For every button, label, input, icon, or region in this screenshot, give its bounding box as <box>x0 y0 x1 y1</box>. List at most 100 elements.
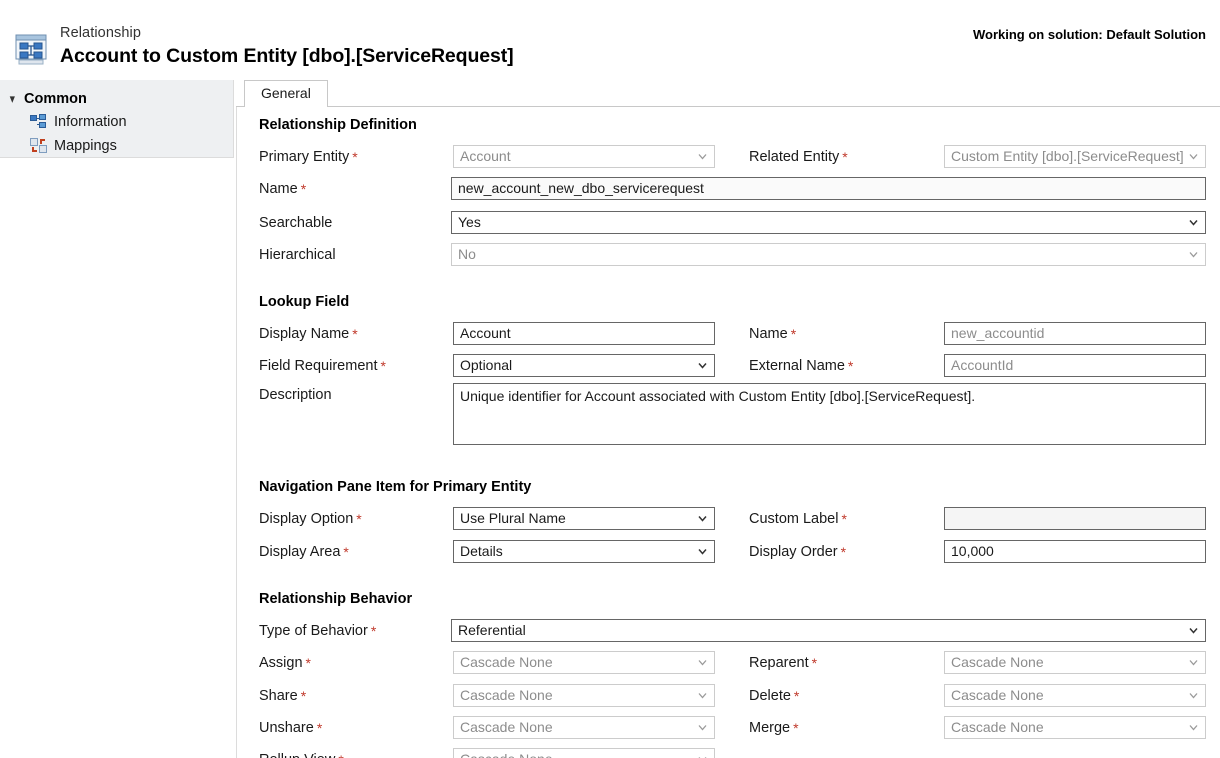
label-text: Display Area <box>259 544 341 560</box>
label-rollup-view: Rollup View* <box>259 752 344 758</box>
label-display-area: Display Area * <box>259 544 349 560</box>
label-text: Name <box>749 326 788 342</box>
chevron-down-icon <box>698 361 707 370</box>
required-asterisk: * <box>793 720 799 736</box>
chevron-down-icon <box>1189 152 1198 161</box>
sidebar-group-label: Common <box>24 91 87 107</box>
relationship-editor-window: Relationship Account to Custom Entity [d… <box>0 0 1220 758</box>
chevron-down-icon <box>698 755 707 758</box>
display-order-value: 10,000 <box>951 543 994 559</box>
lookup-display-name-input[interactable]: Account <box>453 322 715 345</box>
solution-context-label: Working on solution: Default Solution <box>972 27 1206 42</box>
searchable-select[interactable]: Yes <box>451 211 1206 234</box>
required-asterisk: * <box>380 358 386 374</box>
label-display-name: Display Name * <box>259 326 358 342</box>
required-asterisk: * <box>842 149 848 165</box>
related-entity-select[interactable]: Custom Entity [dbo].[ServiceRequest] <box>944 145 1206 168</box>
label-lookup-name: Name * <box>749 326 796 342</box>
delete-value: Cascade None <box>951 687 1044 703</box>
label-description: Description <box>259 387 332 403</box>
label-text: Unshare <box>259 720 314 736</box>
label-unshare: Unshare * <box>259 720 322 736</box>
lookup-name-input[interactable]: new_accountid <box>944 322 1206 345</box>
display-option-select[interactable]: Use Plural Name <box>453 507 715 530</box>
page-title: Account to Custom Entity [dbo].[ServiceR… <box>60 45 514 67</box>
type-of-behavior-select[interactable]: Referential <box>451 619 1206 642</box>
rollup-view-select[interactable]: Cascade None <box>453 748 715 758</box>
primary-entity-select[interactable]: Account <box>453 145 715 168</box>
required-asterisk: * <box>790 326 797 342</box>
sidebar-item-mappings[interactable]: Mappings <box>0 134 233 158</box>
required-asterisk: * <box>300 688 307 704</box>
display-area-value: Details <box>460 543 503 559</box>
required-asterisk: * <box>793 688 800 704</box>
relationship-entity-icon <box>12 32 52 68</box>
label-field-requirement: Field Requirement * <box>259 358 386 374</box>
reparent-value: Cascade None <box>951 654 1044 670</box>
label-text: Display Option <box>259 511 354 527</box>
label-text: Assign <box>259 655 303 671</box>
external-name-input[interactable]: AccountId <box>944 354 1206 377</box>
chevron-down-icon <box>1189 218 1198 227</box>
label-text: Primary Entity <box>259 149 350 165</box>
field-requirement-value: Optional <box>460 357 513 373</box>
chevron-down-icon <box>1189 658 1198 667</box>
required-asterisk: * <box>847 358 854 374</box>
required-asterisk: * <box>343 544 349 560</box>
sidebar-item-information[interactable]: Information <box>0 110 233 134</box>
label-text: Searchable <box>259 215 333 231</box>
label-merge: Merge * <box>749 720 799 736</box>
sidebar-group-common[interactable]: ▾ Common <box>0 88 233 110</box>
general-tab-panel: Relationship Definition Primary Entity * … <box>236 107 1220 758</box>
display-option-value: Use Plural Name <box>460 510 566 526</box>
label-text: Delete <box>749 688 791 704</box>
unshare-select[interactable]: Cascade None <box>453 716 715 739</box>
merge-select[interactable]: Cascade None <box>944 716 1206 739</box>
chevron-down-icon <box>698 547 707 556</box>
label-assign: Assign * <box>259 655 311 671</box>
custom-label-input[interactable] <box>944 507 1206 530</box>
label-external-name: External Name * <box>749 358 853 374</box>
delete-select[interactable]: Cascade None <box>944 684 1206 707</box>
required-asterisk: * <box>300 181 307 197</box>
assign-select[interactable]: Cascade None <box>453 651 715 674</box>
label-text: Description <box>259 387 332 403</box>
label-text: Merge <box>749 720 791 736</box>
label-display-option: Display Option * <box>259 511 362 527</box>
chevron-down-icon <box>698 514 707 523</box>
related-entity-value: Custom Entity [dbo].[ServiceRequest] <box>951 148 1184 164</box>
chevron-down-icon: ▾ <box>10 92 15 105</box>
field-requirement-select[interactable]: Optional <box>453 354 715 377</box>
description-textarea[interactable]: Unique identifier for Account associated… <box>453 383 1206 445</box>
label-custom-label: Custom Label * <box>749 511 847 527</box>
body-area: ▾ Common Information Mappings General Re… <box>0 80 1220 758</box>
required-asterisk: * <box>811 655 818 671</box>
required-asterisk: * <box>338 752 343 758</box>
description-value: Unique identifier for Account associated… <box>460 388 976 404</box>
label-text: Type of Behavior <box>259 623 368 639</box>
label-text: External Name <box>749 358 845 374</box>
tab-general[interactable]: General <box>244 80 328 107</box>
required-asterisk: * <box>841 511 847 527</box>
tab-strip: General <box>236 80 1220 108</box>
hierarchical-select[interactable]: No <box>451 243 1206 266</box>
lookup-name-value: new_accountid <box>951 325 1045 341</box>
page-header: Relationship Account to Custom Entity [d… <box>0 0 1220 80</box>
label-text: Share <box>259 688 298 704</box>
share-select[interactable]: Cascade None <box>453 684 715 707</box>
rollup-view-value: Cascade None <box>460 751 553 758</box>
reparent-select[interactable]: Cascade None <box>944 651 1206 674</box>
label-searchable: Searchable <box>259 215 332 231</box>
required-asterisk: * <box>316 720 323 736</box>
display-area-select[interactable]: Details <box>453 540 715 563</box>
display-order-input[interactable]: 10,000 <box>944 540 1206 563</box>
label-related-entity: Related Entity * <box>749 149 848 165</box>
header-text: Relationship Account to Custom Entity [d… <box>60 25 514 68</box>
relationship-name-input[interactable]: new_account_new_dbo_servicerequest <box>451 177 1206 200</box>
share-value: Cascade None <box>460 687 553 703</box>
label-text: Field Requirement <box>259 358 378 374</box>
label-delete: Delete * <box>749 688 799 704</box>
label-text: Reparent <box>749 655 809 671</box>
lookup-display-name-value: Account <box>460 325 511 341</box>
mappings-icon <box>30 138 48 154</box>
